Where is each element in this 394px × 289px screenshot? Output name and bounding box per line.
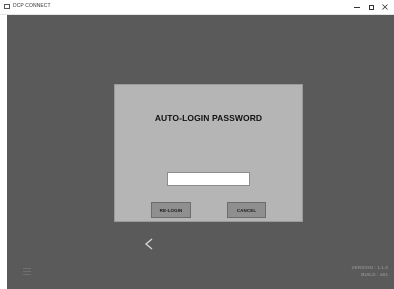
version-info: VERSION : 1.1.0 BUILD : 461 [352,264,388,278]
version-text: VERSION : 1.1.0 [351,265,388,270]
close-button[interactable] [378,0,392,14]
cancel-button[interactable]: CANCEL [227,202,266,218]
maximize-button[interactable] [364,0,378,14]
window-app-icon [4,4,10,9]
relogin-button[interactable]: RE-LOGIN [151,202,191,218]
title-bar[interactable]: DCP CONNECT [0,0,394,15]
app-window: DCP CONNECT AUTO-LOGIN PASSWORD RE-LOGIN… [0,0,394,289]
build-text: BUILD : 461 [361,272,388,277]
minimize-icon [354,6,360,8]
close-icon [382,4,388,10]
auto-login-password-dialog: AUTO-LOGIN PASSWORD RE-LOGIN CANCEL [114,84,303,222]
password-input[interactable] [167,172,250,186]
hamburger-menu-icon[interactable] [22,266,32,276]
dialog-title: AUTO-LOGIN PASSWORD [154,113,263,123]
minimize-button[interactable] [350,0,364,14]
app-content: AUTO-LOGIN PASSWORD RE-LOGIN CANCEL VERS… [7,15,394,289]
chevron-left-icon[interactable] [142,236,156,252]
window-title: DCP CONNECT [13,3,51,9]
maximize-icon [368,4,374,10]
